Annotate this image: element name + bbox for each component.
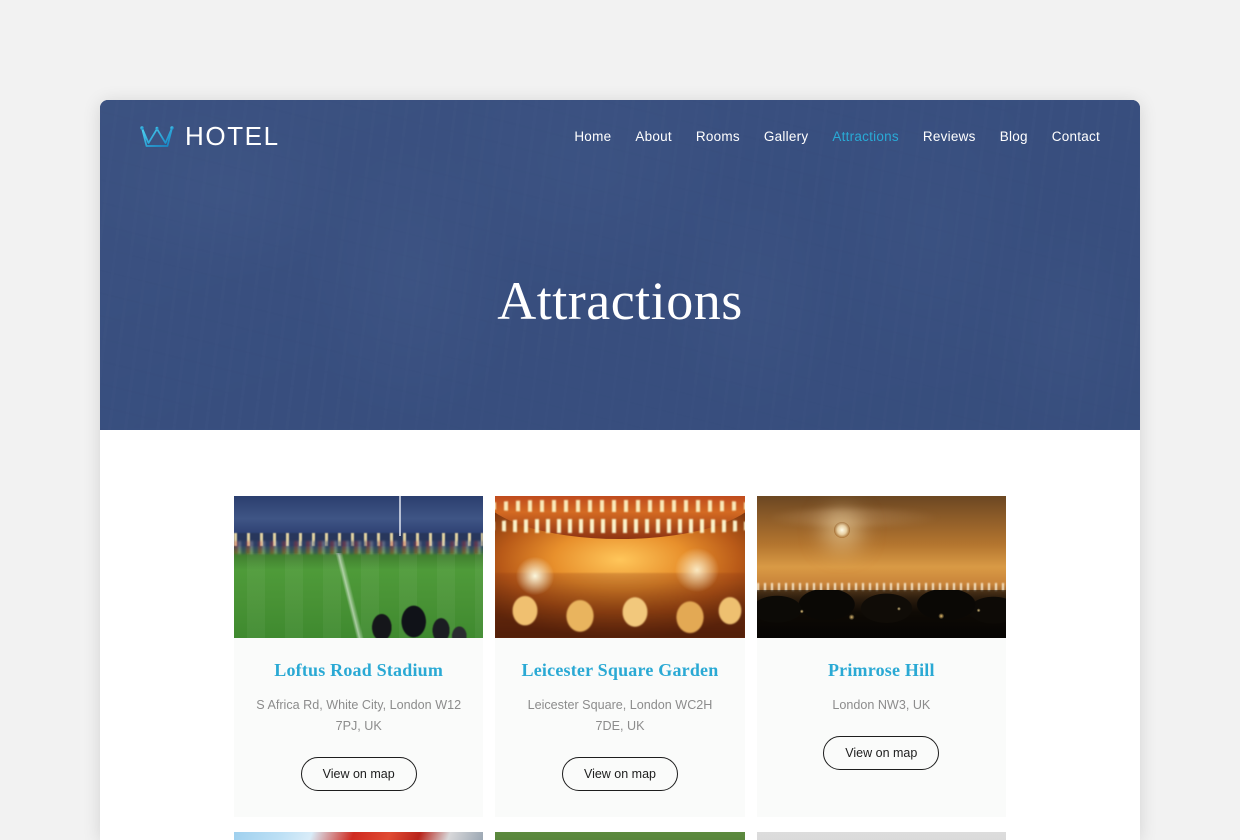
attraction-address: Leicester Square, London WC2H 7DE, UK <box>527 698 713 733</box>
nav-item-rooms[interactable]: Rooms <box>696 129 740 144</box>
attraction-image-skyline <box>756 496 1006 638</box>
attraction-title: Primrose Hill <box>827 660 935 680</box>
nav-item-blog[interactable]: Blog <box>1000 129 1028 144</box>
attractions-grid-row-2 <box>234 831 1006 840</box>
attraction-card-body: Loftus Road Stadium S Africa Rd, White C… <box>234 638 483 817</box>
nav-item-gallery[interactable]: Gallery <box>764 129 809 144</box>
attractions-grid-row-1: Loftus Road Stadium S Africa Rd, White C… <box>234 496 1006 817</box>
attraction-card[interactable]: Leicester Square Garden Leicester Square… <box>495 496 745 817</box>
attraction-card-body: Primrose Hill London NW3, UK View on map <box>757 638 1006 817</box>
attraction-image-ferris-wheel <box>756 831 1006 840</box>
brand-logo[interactable]: HOTEL <box>140 121 280 152</box>
view-on-map-button[interactable]: View on map <box>823 735 940 770</box>
nav-item-attractions[interactable]: Attractions <box>832 129 899 144</box>
site-page: HOTEL Home About Rooms Gallery Attractio… <box>100 100 1140 840</box>
attraction-image-stadium <box>234 496 484 638</box>
attraction-title: Loftus Road Stadium <box>274 660 444 680</box>
attraction-title: Leicester Square Garden <box>521 660 719 680</box>
attraction-image-red-structure <box>234 831 484 840</box>
main-navigation: Home About Rooms Gallery Attractions Rev… <box>574 129 1100 144</box>
attraction-card[interactable]: Primrose Hill London NW3, UK View on map <box>756 496 1006 817</box>
attraction-card[interactable] <box>756 831 1006 840</box>
attraction-image-carousel <box>495 496 745 638</box>
nav-item-reviews[interactable]: Reviews <box>923 129 976 144</box>
hero-title-container: Attractions <box>100 172 1140 430</box>
view-on-map-button[interactable]: View on map <box>561 756 679 791</box>
attraction-address: S Africa Rd, White City, London W12 7PJ,… <box>256 698 462 733</box>
attraction-card-body: Leicester Square Garden Leicester Square… <box>495 638 744 817</box>
attraction-card[interactable] <box>234 831 484 840</box>
site-navbar: HOTEL Home About Rooms Gallery Attractio… <box>100 100 1140 172</box>
attraction-card[interactable]: Loftus Road Stadium S Africa Rd, White C… <box>234 496 484 817</box>
brand-name: HOTEL <box>185 120 280 151</box>
attraction-address: London NW3, UK <box>832 698 931 712</box>
nav-item-about[interactable]: About <box>635 129 672 144</box>
attraction-card[interactable] <box>495 831 745 840</box>
attraction-image-trees <box>495 831 745 840</box>
attractions-content: Loftus Road Stadium S Africa Rd, White C… <box>100 430 1140 840</box>
hero-section: HOTEL Home About Rooms Gallery Attractio… <box>100 100 1140 430</box>
crown-icon <box>140 126 174 147</box>
page-title: Attractions <box>497 271 743 331</box>
view-on-map-button[interactable]: View on map <box>300 756 417 791</box>
nav-item-contact[interactable]: Contact <box>1052 129 1100 144</box>
nav-item-home[interactable]: Home <box>574 129 611 144</box>
